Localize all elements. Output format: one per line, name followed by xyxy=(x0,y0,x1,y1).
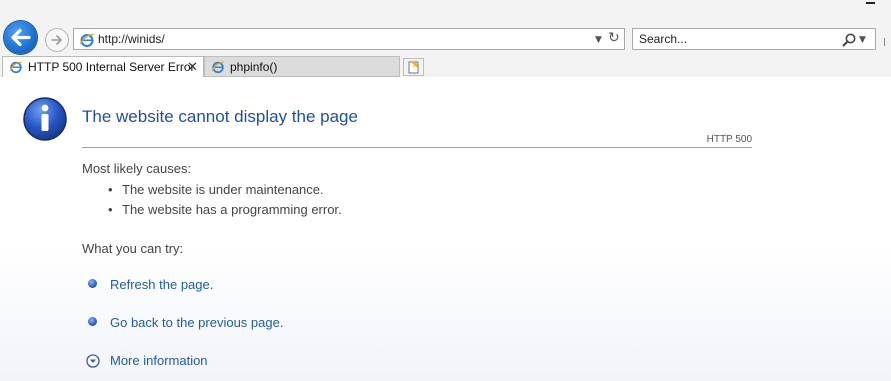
address-bar[interactable]: http://winids/ ▼ ↻ xyxy=(73,28,625,50)
back-button[interactable] xyxy=(4,21,37,54)
back-arrow-icon xyxy=(11,28,31,47)
ie-page-icon xyxy=(79,33,94,47)
tab-bar: HTTP 500 Internal Server Error ✕ phpinfo… xyxy=(0,56,891,78)
refresh-link[interactable]: Refresh the page. xyxy=(110,277,213,292)
http-status-code: HTTP 500 xyxy=(706,134,752,145)
title-divider xyxy=(82,147,752,148)
address-url[interactable]: http://winids/ xyxy=(98,32,165,46)
tab-label: phpinfo() xyxy=(230,60,278,74)
page-content: The website cannot display the page HTTP… xyxy=(0,77,891,381)
tab-phpinfo[interactable]: phpinfo() xyxy=(204,56,400,77)
action-bullet-icon xyxy=(88,317,97,326)
info-icon xyxy=(23,97,67,141)
action-bullet-icon xyxy=(88,279,97,288)
ie-tab-icon xyxy=(211,61,224,74)
search-input[interactable]: Search... xyxy=(639,32,687,46)
page-title: The website cannot display the page xyxy=(82,107,358,126)
ie-tab-icon xyxy=(9,61,22,74)
address-dropdown-icon[interactable]: ▼ xyxy=(595,35,602,45)
new-tab-button[interactable] xyxy=(403,58,424,76)
search-icon[interactable] xyxy=(841,32,857,48)
window-edge xyxy=(884,38,889,46)
cause-item: • The website has a programming error. xyxy=(108,202,342,217)
close-tab-icon[interactable]: ✕ xyxy=(187,59,198,75)
refresh-icon[interactable]: ↻ xyxy=(608,30,620,46)
more-information-link[interactable]: More information xyxy=(110,353,208,368)
search-box[interactable]: Search... ▼ xyxy=(632,28,876,50)
minimize-icon[interactable] xyxy=(866,2,875,4)
cause-item: • The website is under maintenance. xyxy=(108,182,324,197)
causes-heading: Most likely causes: xyxy=(82,161,192,176)
new-tab-icon xyxy=(408,60,419,74)
tab-label: HTTP 500 Internal Server Error xyxy=(28,60,195,74)
search-dropdown-icon[interactable]: ▼ xyxy=(859,35,866,45)
browser-toolbar: http://winids/ ▼ ↻ Search... ▼ xyxy=(0,0,891,56)
bullet-icon: • xyxy=(108,182,113,197)
go-back-link[interactable]: Go back to the previous page. xyxy=(110,315,283,330)
expand-chevron-icon[interactable] xyxy=(86,354,100,368)
forward-button[interactable] xyxy=(45,28,69,52)
forward-arrow-icon xyxy=(51,35,63,45)
try-heading: What you can try: xyxy=(82,241,184,256)
bullet-icon: • xyxy=(108,202,113,217)
tab-http-500[interactable]: HTTP 500 Internal Server Error ✕ xyxy=(2,56,204,77)
